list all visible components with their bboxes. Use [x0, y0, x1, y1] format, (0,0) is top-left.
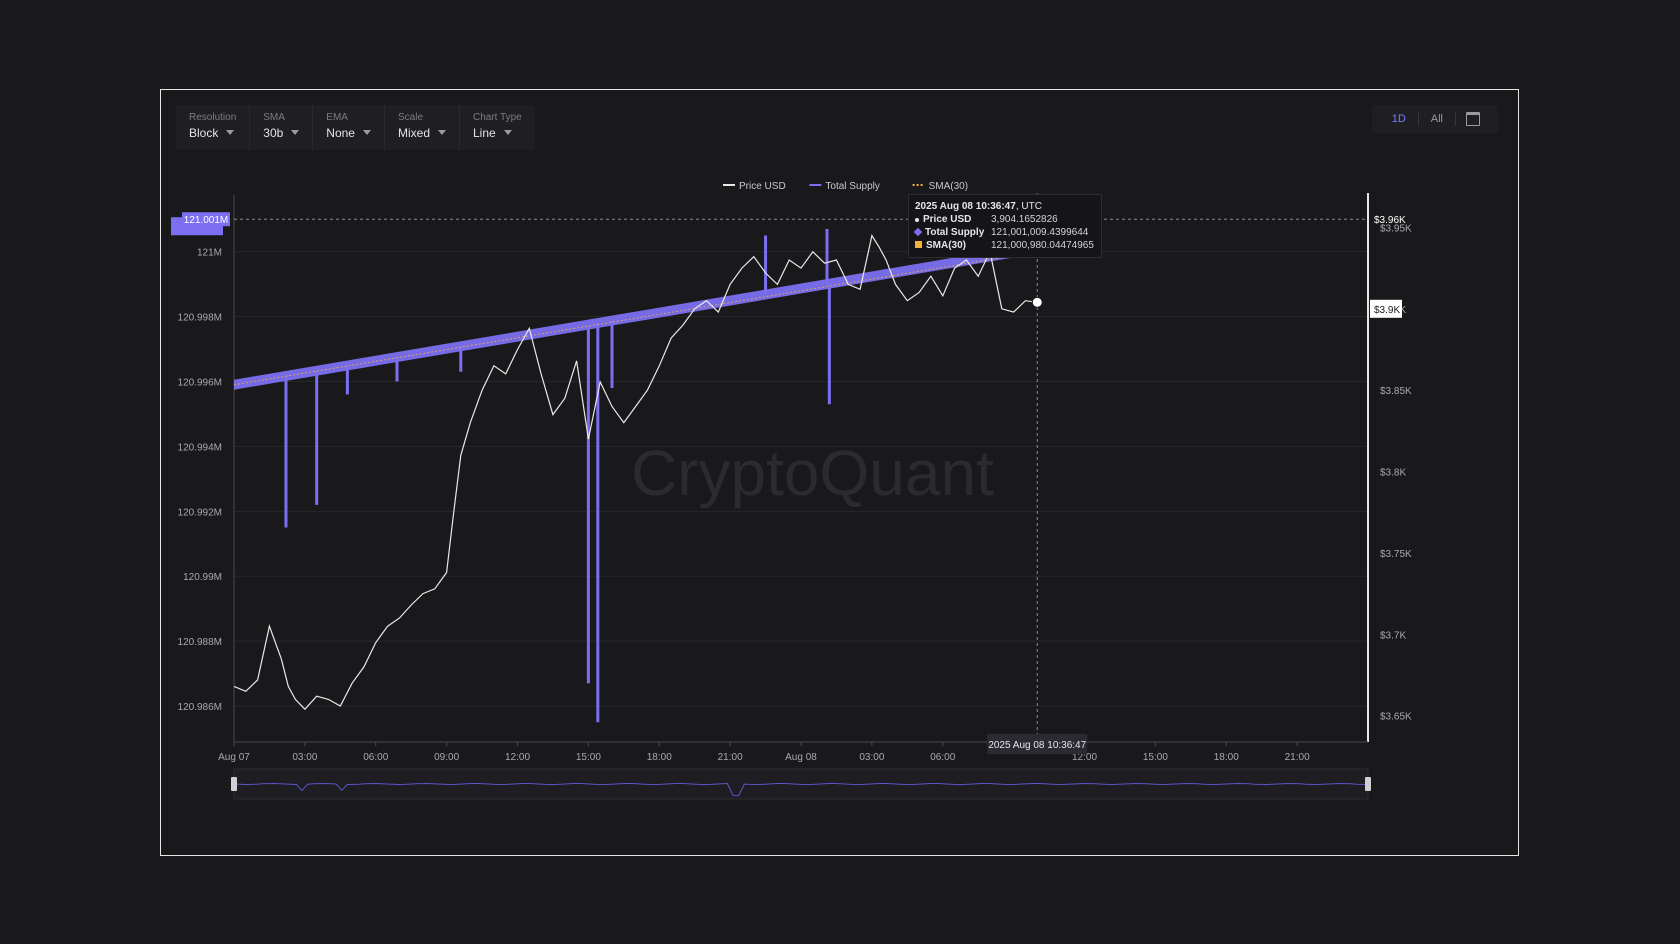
- crosshair-left-label: 121.001M: [184, 215, 228, 226]
- navigator-handle-left: [231, 777, 237, 791]
- y-right-tick-label: $3.85K: [1380, 386, 1412, 397]
- tooltip-supply-value: 121,001,009.4399644: [991, 227, 1089, 238]
- x-tick-label: 18:00: [647, 752, 672, 763]
- range-1d-button[interactable]: 1D: [1380, 113, 1418, 125]
- x-tick-label: Aug 07: [218, 752, 250, 763]
- tooltip-sma-label: SMA(30): [926, 240, 967, 251]
- ema-dropdown[interactable]: EMA None: [313, 105, 385, 150]
- y-right-tick-label: $3.75K: [1380, 549, 1412, 560]
- x-tick-label: 21:00: [1285, 752, 1310, 763]
- scale-label: Scale: [397, 112, 423, 123]
- ema-value: None: [326, 126, 355, 140]
- tooltip-supply-label: Total Supply: [925, 227, 985, 238]
- divider: [1455, 112, 1456, 126]
- y-right-tick-label: $3.65K: [1380, 712, 1412, 723]
- range-selector: 1D All: [1371, 105, 1498, 133]
- x-tick-label: 06:00: [930, 752, 955, 763]
- sma-dropdown[interactable]: SMA 30b: [250, 105, 314, 150]
- y-left-tick-label: 120.988M: [178, 637, 222, 648]
- legend-label: Total Supply: [825, 181, 879, 192]
- x-tick-label: 12:00: [505, 752, 530, 763]
- tooltip-tz: , UTC: [1015, 201, 1042, 212]
- range-all-button[interactable]: All: [1419, 113, 1455, 125]
- tooltip-sma-value: 121,000,980.04474965: [991, 240, 1094, 251]
- chart-svg: CryptoQuant Price USD Total Supply SMA(30)…: [171, 181, 1412, 800]
- resolution-dropdown[interactable]: Resolution Block: [176, 105, 251, 150]
- scale-value: Mixed: [397, 126, 430, 140]
- scale-dropdown[interactable]: Scale Mixed: [385, 105, 460, 150]
- crosshair-right-label: $3.96K: [1374, 215, 1406, 226]
- chart-panel: CryptoQuant Price USD Total Supply SMA(30)…: [160, 89, 1519, 856]
- tooltip: 2025 Aug 08 10:36:47, UTC Price USD 3,904…: [908, 194, 1102, 258]
- x-tick-label: 03:00: [292, 752, 317, 763]
- y-right-tick-label: $3.7K: [1380, 630, 1406, 641]
- y-left-tick-label: 120.996M: [178, 377, 222, 388]
- chart-type-label: Chart Type: [473, 112, 522, 123]
- navigator[interactable]: [231, 768, 1371, 800]
- x-tick-label: 18:00: [1214, 752, 1239, 763]
- x-tick-label: Aug 08: [785, 752, 817, 763]
- y-axis-right: $3.95K$3.9K$3.85K$3.8K$3.75K$3.7K$3.65K: [1367, 193, 1412, 742]
- calendar-icon[interactable]: [1466, 112, 1480, 126]
- x-tick-label: 06:00: [363, 752, 388, 763]
- y-left-tick-label: 120.998M: [178, 313, 222, 324]
- x-axis: Aug 07 03:00 06:00 09:00 12:00 15:00 18:00 21:0…: [218, 741, 1368, 763]
- crosshair-x-label: 2025 Aug 08 10:36:47: [988, 740, 1086, 751]
- tooltip-time: 2025 Aug 08 10:36:47: [915, 201, 1016, 212]
- x-tick-label: 15:00: [576, 752, 601, 763]
- price-tag-label: $3.9K: [1374, 305, 1400, 316]
- chart-type-value: Line: [473, 126, 496, 140]
- price-point-marker: [1031, 296, 1043, 308]
- watermark: CryptoQuant: [631, 437, 994, 509]
- y-left-tick-label: 121M: [197, 248, 222, 259]
- tooltip-price-value: 3,904.1652826: [991, 214, 1058, 225]
- x-tick-label: 03:00: [859, 752, 884, 763]
- sma-square-icon: [915, 241, 922, 248]
- legend-label: SMA(30): [929, 181, 968, 192]
- x-tick-label: 21:00: [718, 752, 743, 763]
- y-left-tick-label: 120.992M: [178, 507, 222, 518]
- y-left-tick-label: 120.994M: [178, 442, 222, 453]
- chevron-down-icon: [291, 130, 300, 136]
- resolution-value: Block: [189, 126, 219, 140]
- legend-label: Price USD: [739, 181, 786, 192]
- x-tick-label: 15:00: [1143, 752, 1168, 763]
- x-tick-label: 09:00: [434, 752, 459, 763]
- legend: Price USD Total Supply SMA(30): [723, 181, 968, 192]
- y-right-tick-label: $3.8K: [1380, 468, 1406, 479]
- tooltip-price-label: Price USD: [923, 214, 972, 225]
- chart-controls: Resolution Block SMA 30b EMA None Scale …: [176, 105, 535, 150]
- chevron-down-icon: [503, 130, 512, 136]
- chart-type-dropdown[interactable]: Chart Type Line: [460, 105, 535, 150]
- sma-value: 30b: [263, 126, 284, 140]
- chevron-down-icon: [362, 130, 371, 136]
- ema-label: EMA: [326, 112, 348, 123]
- chevron-down-icon: [226, 130, 235, 136]
- y-left-tick-label: 120.99M: [183, 572, 222, 583]
- supply-diamond-icon: [913, 227, 923, 237]
- sma-label: SMA: [263, 112, 285, 123]
- y-axis-left: 121M 120.998M 120.996M 120.994M 120.992M 120.…: [178, 195, 235, 742]
- chevron-down-icon: [438, 130, 446, 136]
- navigator-handle-right: [1365, 777, 1371, 791]
- price-dot-icon: [915, 218, 919, 222]
- y-left-tick-label: 120.986M: [178, 702, 222, 713]
- resolution-label: Resolution: [189, 112, 237, 123]
